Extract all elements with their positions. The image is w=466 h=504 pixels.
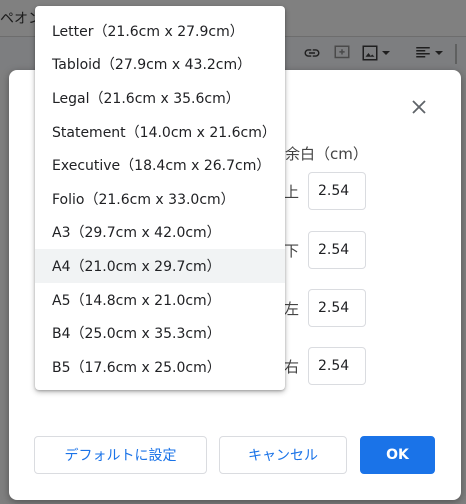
- menu-item-folio[interactable]: Folio（21.6cm x 33.0cm）: [35, 182, 285, 216]
- image-dropdown-chevron-icon: [382, 51, 390, 55]
- margin-left-input[interactable]: [308, 289, 366, 327]
- menu-item-tabloid[interactable]: Tabloid（27.9cm x 43.2cm）: [35, 48, 285, 82]
- cancel-button[interactable]: キャンセル: [219, 436, 347, 474]
- menu-item-a5[interactable]: A5（14.8cm x 21.0cm）: [35, 283, 285, 317]
- add-comment-icon: [334, 45, 350, 59]
- link-icon: [304, 49, 320, 57]
- toolbar-divider: [455, 44, 457, 64]
- align-left-icon: [416, 47, 430, 58]
- menu-item-statement[interactable]: Statement（14.0cm x 21.6cm）: [35, 115, 285, 149]
- margin-left-label: 左: [284, 300, 300, 318]
- close-button[interactable]: [400, 88, 438, 126]
- margin-bottom-label: 下: [284, 242, 300, 260]
- ok-button[interactable]: OK: [360, 436, 435, 474]
- close-icon: [412, 100, 426, 114]
- set-as-default-button[interactable]: デフォルトに設定: [34, 436, 207, 474]
- menu-item-a4[interactable]: A4（21.0cm x 29.7cm）: [35, 249, 285, 283]
- margin-top-label: 上: [284, 183, 300, 201]
- align-dropdown-chevron-icon: [435, 51, 443, 55]
- menu-item-a3[interactable]: A3（29.7cm x 42.0cm）: [35, 216, 285, 250]
- menu-item-legal[interactable]: Legal（21.6cm x 35.6cm）: [35, 81, 285, 115]
- margin-bottom-input[interactable]: [308, 231, 366, 269]
- menu-item-executive[interactable]: Executive（18.4cm x 26.7cm）: [35, 148, 285, 182]
- margin-right-label: 右: [284, 358, 300, 376]
- paper-size-menu: Letter（21.6cm x 27.9cm） Tabloid（27.9cm x…: [35, 6, 285, 390]
- insert-image-icon: [362, 45, 378, 61]
- margins-title: 余白（cm）: [285, 145, 368, 163]
- menu-item-letter[interactable]: Letter（21.6cm x 27.9cm）: [35, 14, 285, 48]
- margin-right-input[interactable]: [308, 347, 366, 385]
- margin-top-input[interactable]: [308, 172, 366, 210]
- menu-item-b4[interactable]: B4（25.0cm x 35.3cm）: [35, 316, 285, 350]
- menu-item-b5[interactable]: B5（17.6cm x 25.0cm）: [35, 350, 285, 384]
